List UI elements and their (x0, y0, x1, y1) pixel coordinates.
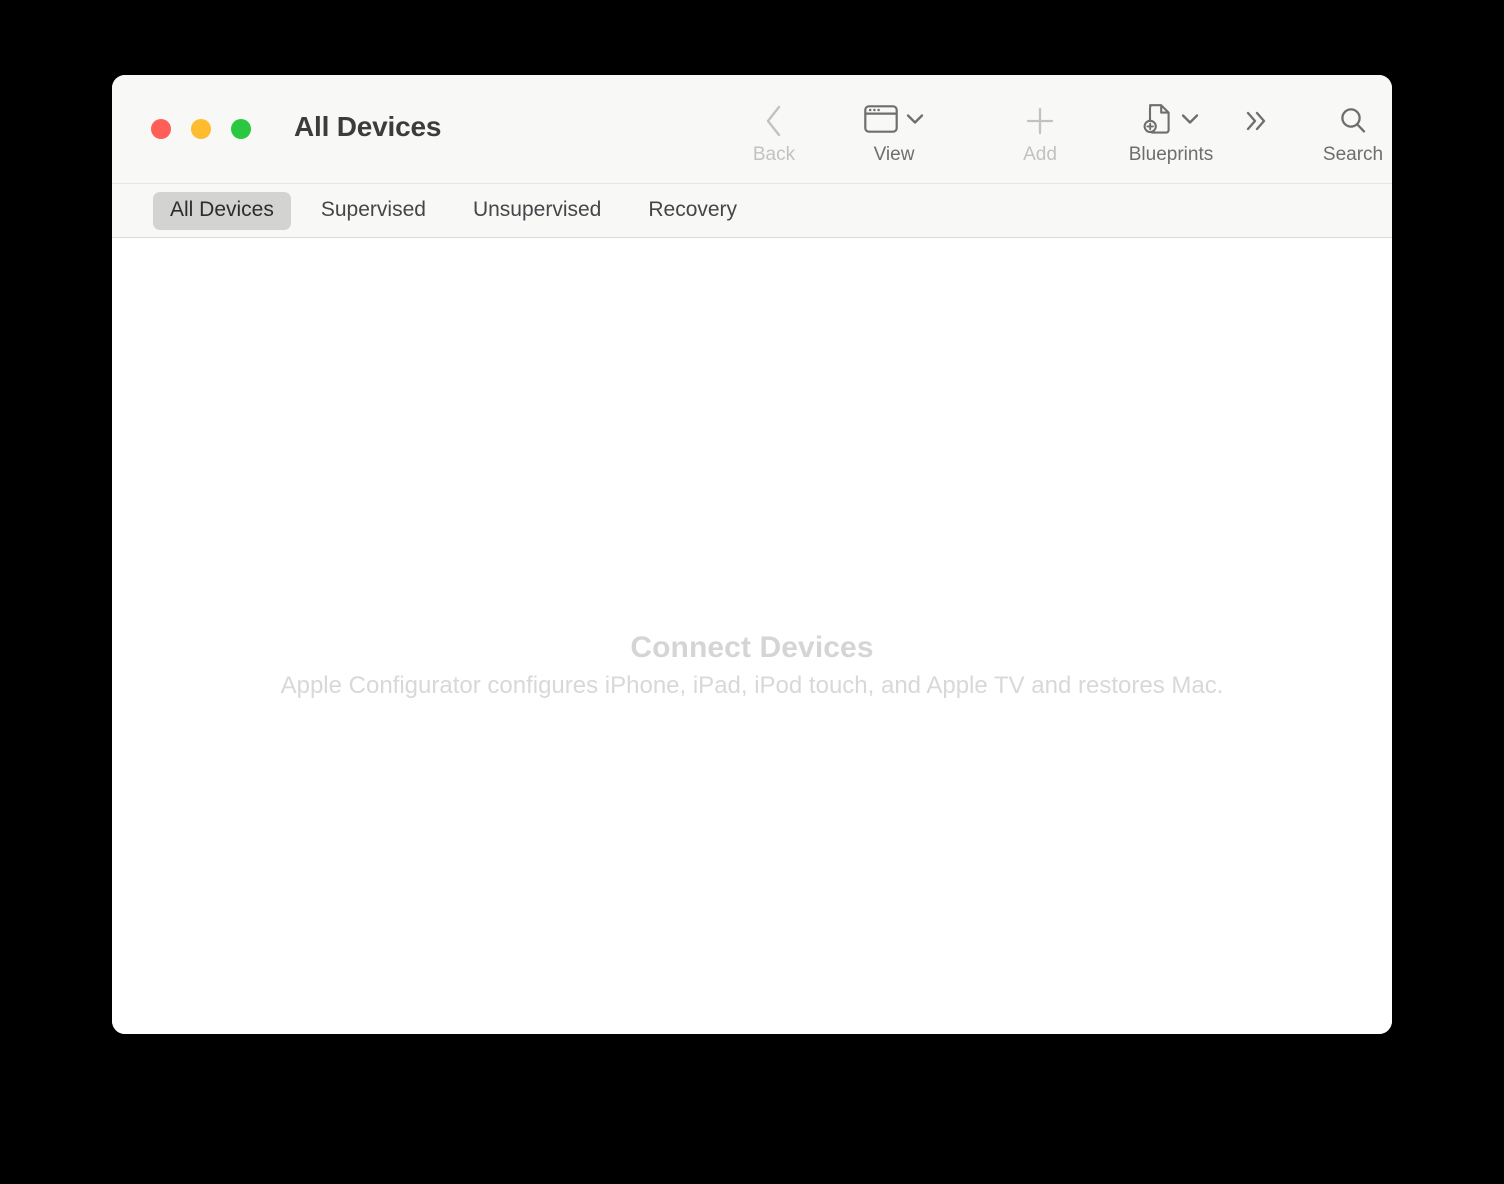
tab-all-devices[interactable]: All Devices (153, 191, 291, 230)
search-icon (1337, 98, 1369, 144)
minimize-window-button[interactable] (191, 119, 211, 139)
toolbar-search-button[interactable]: Search (1264, 98, 1392, 166)
window-title: All Devices (294, 111, 442, 142)
toolbar-view-label: View (873, 144, 915, 165)
empty-state: Connect Devices Apple Configurator confi… (112, 629, 1392, 702)
maximize-window-button[interactable] (231, 119, 251, 139)
toolbar-search-label: Search (1322, 144, 1384, 165)
chevron-down-icon[interactable] (1181, 112, 1199, 130)
toolbar-view-button[interactable]: View (812, 98, 976, 166)
toolbar-blueprints-label: Blueprints (1128, 144, 1214, 165)
toolbar-back-label: Back (752, 144, 796, 165)
empty-state-title: Connect Devices (630, 631, 874, 664)
device-list-area: Connect Devices Apple Configurator confi… (112, 238, 1392, 1034)
tab-recovery[interactable]: Recovery (631, 192, 754, 230)
document-add-icon (1143, 103, 1173, 140)
close-window-button[interactable] (151, 119, 171, 139)
window-view-icon (864, 104, 898, 138)
desktop-background: All Devices Back View Add Blueprints Sea… (0, 0, 1504, 1184)
app-window: All Devices Back View Add Blueprints Sea… (112, 75, 1392, 1034)
tab-supervised[interactable]: Supervised (304, 192, 443, 230)
empty-state-subtitle: Apple Configurator configures iPhone, iP… (280, 672, 1224, 699)
chevron-down-icon[interactable] (906, 112, 924, 130)
tab-unsupervised[interactable]: Unsupervised (456, 192, 618, 230)
window-toolbar: All Devices Back View Add Blueprints Sea… (112, 75, 1392, 183)
chevron-left-icon (763, 98, 785, 144)
traffic-light-group (151, 119, 251, 139)
filter-tab-bar: All Devices Supervised Unsupervised Reco… (112, 183, 1392, 238)
